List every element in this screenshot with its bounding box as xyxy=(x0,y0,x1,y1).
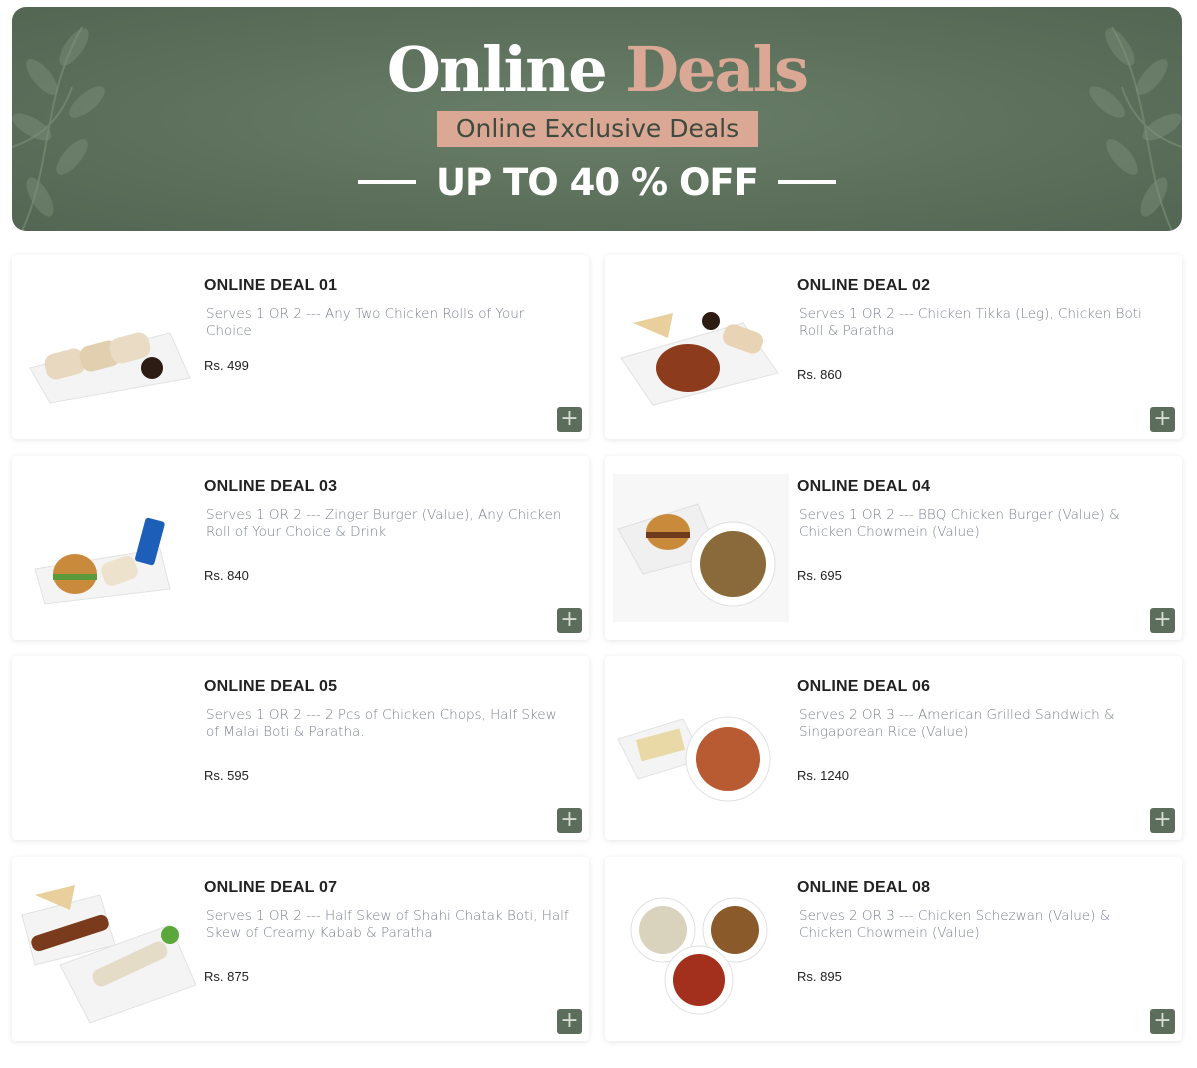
deal-title: ONLINE DEAL 03 xyxy=(204,478,338,495)
deal-price: Rs. 895 xyxy=(797,969,842,984)
add-to-cart-button[interactable]: + xyxy=(557,1009,582,1034)
deal-description: Serves 1 OR 2 --- BBQ Chicken Burger (Va… xyxy=(799,507,1120,540)
deal-description: Serves 1 OR 2 --- Chicken Tikka (Leg), C… xyxy=(799,306,1142,339)
add-to-cart-button[interactable]: + xyxy=(557,608,582,633)
plus-icon: + xyxy=(1153,406,1172,431)
deal-card-8[interactable]: ONLINE DEAL 08 Serves 2 OR 3 --- Chicken… xyxy=(605,857,1182,1041)
deal-title: ONLINE DEAL 06 xyxy=(797,678,931,695)
chicken-tikka-platter-image xyxy=(620,312,779,406)
three-dishes-image xyxy=(630,897,768,1015)
burger-chowmein-image xyxy=(613,474,789,622)
deal-price: Rs. 875 xyxy=(204,969,249,984)
deal-description: Serves 1 OR 2 --- Half Skew of Shahi Cha… xyxy=(206,908,569,941)
deal-card-7[interactable]: ONLINE DEAL 07 Serves 1 OR 2 --- Half Sk… xyxy=(12,857,589,1041)
deal-price: Rs. 595 xyxy=(204,768,249,783)
chicken-rolls-image xyxy=(29,332,191,404)
sandwich-rice-image xyxy=(617,716,771,802)
offer-text: UP TO 40 % OFF xyxy=(436,160,759,204)
offer-divider-right xyxy=(777,180,836,184)
deal-card-1[interactable]: ONLINE DEAL 01 Serves 1 OR 2 --- Any Two… xyxy=(12,255,589,439)
deal-description: Serves 1 OR 2 --- 2 Pcs of Chicken Chops… xyxy=(206,707,557,740)
add-to-cart-button[interactable]: + xyxy=(1150,407,1175,432)
plus-icon: + xyxy=(560,807,579,832)
deal-card-5[interactable]: ONLINE DEAL 05 Serves 1 OR 2 --- 2 Pcs o… xyxy=(12,656,589,840)
deal-title: ONLINE DEAL 07 xyxy=(204,879,338,896)
deal-price: Rs. 695 xyxy=(797,568,842,583)
banner-subtitle: Online Exclusive Deals xyxy=(437,111,758,147)
deal-price: Rs. 860 xyxy=(797,367,842,382)
plus-icon: + xyxy=(1153,607,1172,632)
deal-title: ONLINE DEAL 02 xyxy=(797,277,931,294)
plus-icon: + xyxy=(1153,1008,1172,1033)
deal-card-4[interactable]: ONLINE DEAL 04 Serves 1 OR 2 --- BBQ Chi… xyxy=(605,456,1182,640)
banner-title: Online Deals xyxy=(12,31,1182,109)
add-to-cart-button[interactable]: + xyxy=(1150,608,1175,633)
offer-divider-left xyxy=(358,180,417,184)
add-to-cart-button[interactable]: + xyxy=(557,808,582,833)
deal-description: Serves 1 OR 2 --- Any Two Chicken Rolls … xyxy=(206,306,525,339)
deal-description: Serves 2 OR 3 --- American Grilled Sandw… xyxy=(799,707,1115,740)
deal-description: Serves 2 OR 3 --- Chicken Schezwan (Valu… xyxy=(799,908,1111,941)
banner-title-online: Online xyxy=(386,33,608,106)
banner-offer: UP TO 40 % OFF xyxy=(12,157,1182,207)
plus-icon: + xyxy=(560,406,579,431)
burger-roll-drink-image xyxy=(34,517,171,605)
deal-title: ONLINE DEAL 05 xyxy=(204,678,338,695)
deal-title: ONLINE DEAL 01 xyxy=(204,277,338,294)
deal-card-3[interactable]: ONLINE DEAL 03 Serves 1 OR 2 --- Zinger … xyxy=(12,456,589,640)
deal-price: Rs. 1240 xyxy=(797,768,850,783)
deal-title: ONLINE DEAL 08 xyxy=(797,879,931,896)
add-to-cart-button[interactable]: + xyxy=(1150,808,1175,833)
deal-card-2[interactable]: ONLINE DEAL 02 Serves 1 OR 2 --- Chicken… xyxy=(605,255,1182,439)
deal-title: ONLINE DEAL 04 xyxy=(797,478,931,495)
add-to-cart-button[interactable]: + xyxy=(557,407,582,432)
kabab-platter-image xyxy=(21,885,196,1023)
plus-icon: + xyxy=(1153,807,1172,832)
deal-price: Rs. 840 xyxy=(204,568,249,583)
add-to-cart-button[interactable]: + xyxy=(1150,1009,1175,1034)
deal-description: Serves 1 OR 2 --- Zinger Burger (Value),… xyxy=(206,507,562,540)
deal-card-6[interactable]: ONLINE DEAL 06 Serves 2 OR 3 --- America… xyxy=(605,656,1182,840)
deal-price: Rs. 499 xyxy=(204,358,249,373)
plus-icon: + xyxy=(560,607,579,632)
deal-image-placeholder xyxy=(20,674,196,822)
promo-banner: Online Deals Online Exclusive Deals UP T… xyxy=(12,7,1182,231)
banner-title-deals: Deals xyxy=(625,33,809,106)
plus-icon: + xyxy=(560,1008,579,1033)
